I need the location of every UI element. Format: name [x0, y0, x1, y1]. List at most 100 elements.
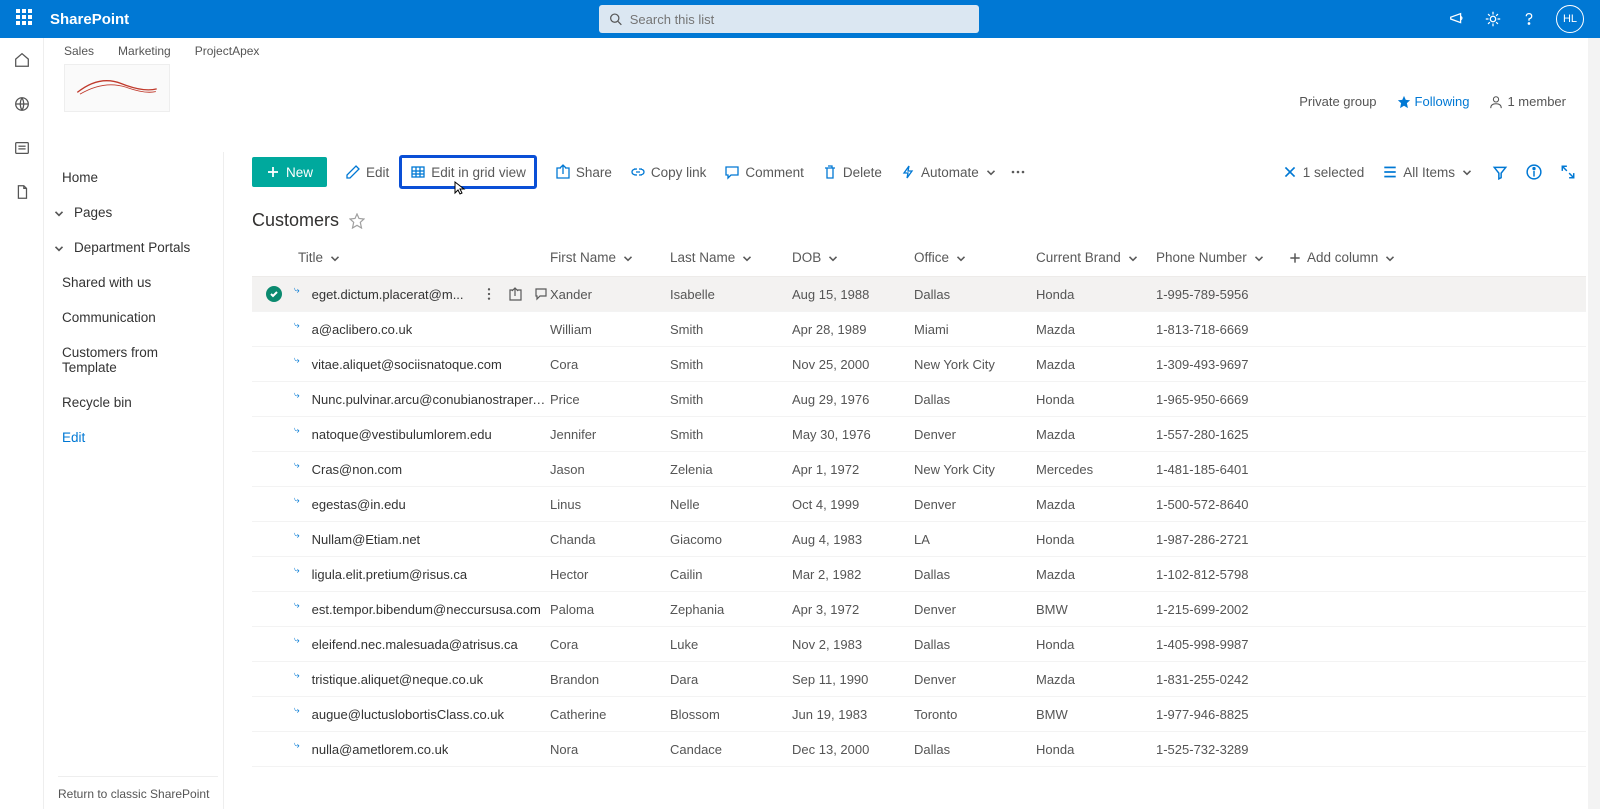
return-classic-link[interactable]: Return to classic SharePoint [58, 776, 218, 801]
site-logo[interactable] [64, 64, 170, 112]
col-phone[interactable]: Phone Number [1154, 250, 1286, 265]
table-row[interactable]: ⤷natoque@vestibulumlorem.eduJenniferSmit… [252, 417, 1586, 452]
home-icon[interactable] [12, 50, 32, 70]
table-row[interactable]: ⤷Nullam@Etiam.netChandaGiacomoAug 4, 198… [252, 522, 1586, 557]
title-cell[interactable]: ⤷ligula.elit.pretium@risus.ca [296, 567, 548, 582]
row-select[interactable] [252, 286, 296, 302]
cell-office: Denver [912, 602, 1034, 617]
nav-recycle[interactable]: Recycle bin [44, 385, 223, 420]
tab-projectapex[interactable]: ProjectApex [195, 44, 260, 58]
search-icon [609, 12, 622, 26]
title-cell[interactable]: ⤷natoque@vestibulumlorem.edu [296, 427, 548, 442]
col-last-name[interactable]: Last Name [668, 250, 790, 265]
item-type-icon: ⤷ [294, 670, 300, 681]
member-count[interactable]: 1 member [1489, 94, 1566, 109]
table-row[interactable]: ⤷ligula.elit.pretium@risus.caHectorCaili… [252, 557, 1586, 592]
app-launcher-icon[interactable] [16, 9, 36, 29]
col-office[interactable]: Office [912, 250, 1034, 265]
edit-grid-view-button[interactable]: Edit in grid view [399, 155, 537, 189]
title-cell[interactable]: ⤷augue@luctuslobortisClass.co.uk [296, 707, 548, 722]
title-cell[interactable]: ⤷Nullam@Etiam.net [296, 532, 548, 547]
table-row[interactable]: ⤷tristique.aliquet@neque.co.ukBrandonDar… [252, 662, 1586, 697]
tab-marketing[interactable]: Marketing [118, 44, 171, 58]
share-button[interactable]: Share [555, 164, 612, 180]
settings-icon[interactable] [1484, 10, 1502, 28]
table-row[interactable]: ⤷egestas@in.eduLinusNelleOct 4, 1999Denv… [252, 487, 1586, 522]
following-button[interactable]: Following [1397, 94, 1470, 109]
comment-row-icon[interactable] [534, 287, 548, 301]
automate-icon [900, 164, 916, 180]
nav-edit[interactable]: Edit [44, 420, 223, 455]
scrollbar[interactable] [1588, 38, 1600, 809]
megaphone-icon[interactable] [1448, 10, 1466, 28]
col-brand[interactable]: Current Brand [1034, 250, 1154, 265]
copy-link-button[interactable]: Copy link [630, 164, 707, 180]
delete-button[interactable]: Delete [822, 164, 882, 180]
col-label: First Name [550, 250, 616, 265]
search-input[interactable] [630, 12, 969, 27]
filter-icon [1492, 164, 1508, 180]
help-icon[interactable] [1520, 10, 1538, 28]
cell-phone: 1-557-280-1625 [1154, 427, 1286, 442]
new-button[interactable]: New [252, 157, 327, 187]
title-cell[interactable]: ⤷egestas@in.edu [296, 497, 548, 512]
cell-dob: May 30, 1976 [790, 427, 912, 442]
item-type-icon: ⤷ [294, 355, 300, 366]
table-row[interactable]: ⤷nulla@ametlorem.co.ukNoraCandaceDec 13,… [252, 732, 1586, 767]
add-column-button[interactable]: Add column [1286, 250, 1406, 265]
table-row[interactable]: ⤷vitae.aliquet@sociisnatoque.comCoraSmit… [252, 347, 1586, 382]
col-dob[interactable]: DOB [790, 250, 912, 265]
cell-last: Smith [668, 357, 790, 372]
nav-pages[interactable]: Pages [44, 195, 223, 230]
table-row[interactable]: ⤷Nunc.pulvinar.arcu@conubianostraper.edu… [252, 382, 1586, 417]
table-row[interactable]: ⤷est.tempor.bibendum@neccursusa.comPalom… [252, 592, 1586, 627]
table-row[interactable]: ⤷eget.dictum.placerat@m...XanderIsabelle… [252, 277, 1586, 312]
filter-button[interactable] [1492, 164, 1508, 180]
nav-communication[interactable]: Communication [44, 300, 223, 335]
table-row[interactable]: ⤷a@aclibero.co.ukWilliamSmithApr 28, 198… [252, 312, 1586, 347]
share-row-icon[interactable] [508, 287, 522, 301]
search-box[interactable] [599, 5, 979, 33]
nav-label: Shared with us [62, 275, 151, 290]
tab-sales[interactable]: Sales [64, 44, 94, 58]
star-outline-icon[interactable] [349, 213, 365, 229]
app-name[interactable]: SharePoint [50, 11, 129, 28]
news-icon[interactable] [12, 138, 32, 158]
title-text: Cras@non.com [310, 462, 403, 477]
automate-button[interactable]: Automate [900, 164, 998, 180]
nav-shared[interactable]: Shared with us [44, 265, 223, 300]
col-title[interactable]: Title [296, 250, 548, 265]
title-cell[interactable]: ⤷Cras@non.com [296, 462, 548, 477]
title-cell[interactable]: ⤷eget.dictum.placerat@m... [296, 287, 548, 302]
view-selector[interactable]: All Items [1382, 164, 1474, 180]
edit-button[interactable]: Edit [345, 164, 389, 180]
title-cell[interactable]: ⤷nulla@ametlorem.co.uk [296, 742, 548, 757]
title-cell[interactable]: ⤷a@aclibero.co.uk [296, 322, 548, 337]
user-avatar[interactable]: HL [1556, 5, 1584, 33]
ellipsis-vertical-icon[interactable] [482, 287, 496, 301]
check-circle-icon [266, 286, 282, 302]
info-button[interactable] [1526, 164, 1542, 180]
title-cell[interactable]: ⤷est.tempor.bibendum@neccursusa.com [296, 602, 548, 617]
nav-department-portals[interactable]: Department Portals [44, 230, 223, 265]
member-count-label: 1 member [1507, 94, 1566, 109]
more-button[interactable] [1010, 164, 1026, 180]
globe-icon[interactable] [12, 94, 32, 114]
table-row[interactable]: ⤷eleifend.nec.malesuada@atrisus.caCoraLu… [252, 627, 1586, 662]
nav-customers-template[interactable]: Customers from Template [44, 335, 223, 385]
title-cell[interactable]: ⤷eleifend.nec.malesuada@atrisus.ca [296, 637, 548, 652]
col-first-name[interactable]: First Name [548, 250, 668, 265]
table-row[interactable]: ⤷Cras@non.comJasonZeleniaApr 1, 1972New … [252, 452, 1586, 487]
toolbar: New Edit Edit in grid view Share Copy li… [224, 152, 1586, 192]
file-icon[interactable] [12, 182, 32, 202]
title-cell[interactable]: ⤷tristique.aliquet@neque.co.uk [296, 672, 548, 687]
title-cell[interactable]: ⤷Nunc.pulvinar.arcu@conubianostraper.edu [296, 392, 548, 407]
title-cell[interactable]: ⤷vitae.aliquet@sociisnatoque.com [296, 357, 548, 372]
expand-button[interactable] [1560, 164, 1576, 180]
nav-home[interactable]: Home [44, 160, 223, 195]
clear-selection-button[interactable]: 1 selected [1282, 164, 1365, 180]
table-row[interactable]: ⤷augue@luctuslobortisClass.co.ukCatherin… [252, 697, 1586, 732]
cell-dob: Nov 2, 1983 [790, 637, 912, 652]
person-icon [1489, 95, 1503, 109]
comment-button[interactable]: Comment [724, 164, 804, 180]
